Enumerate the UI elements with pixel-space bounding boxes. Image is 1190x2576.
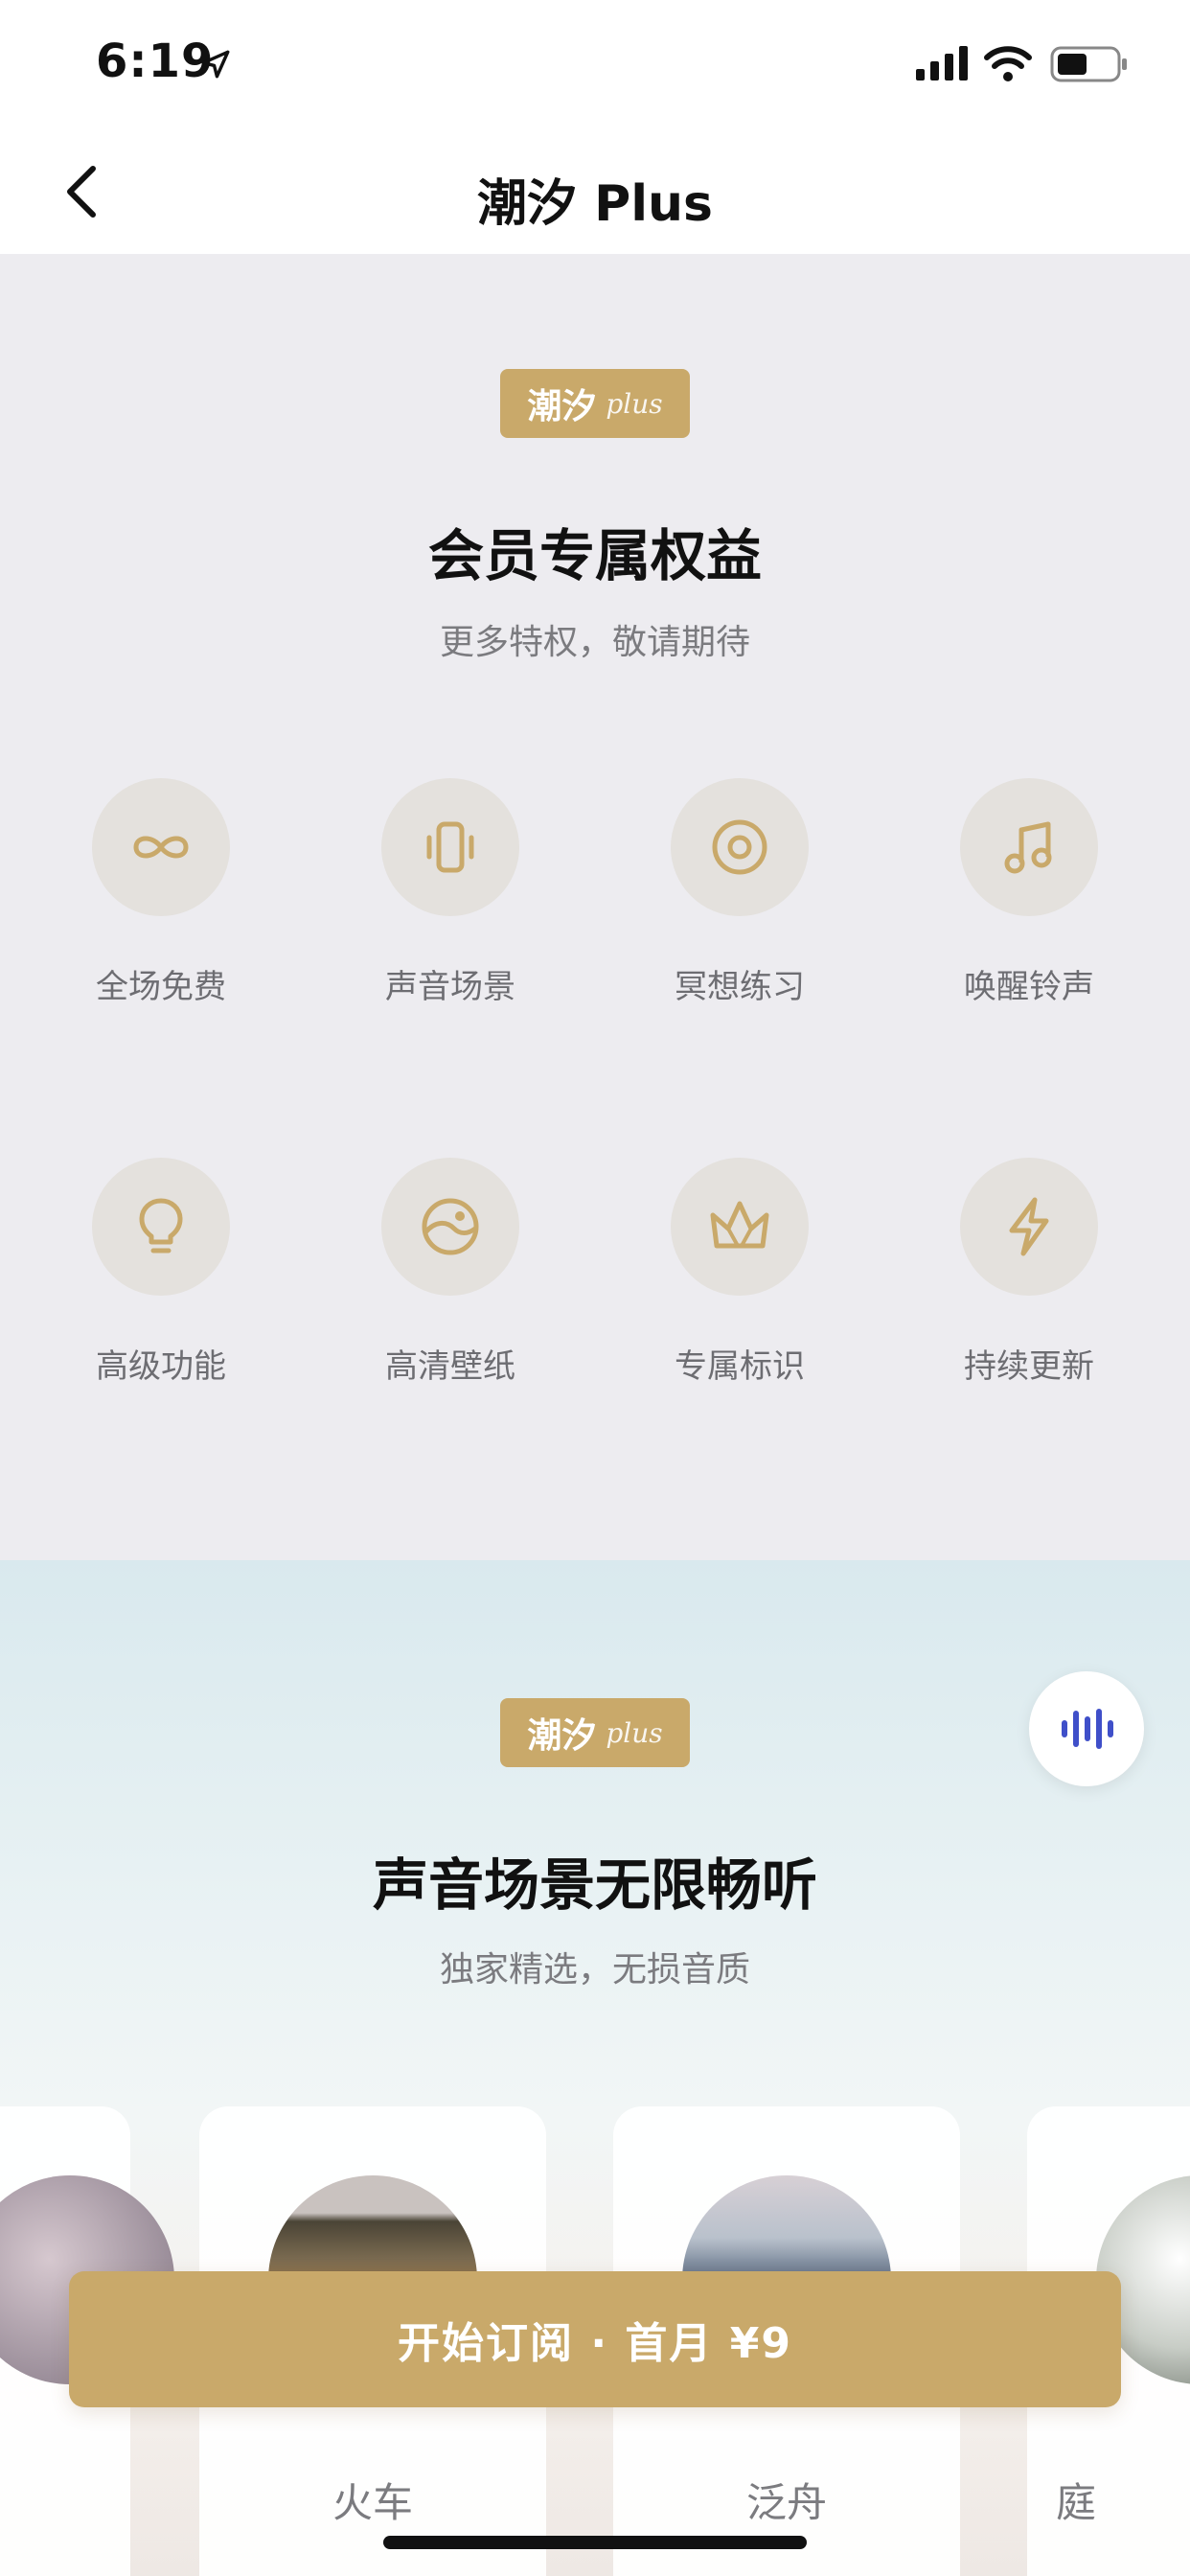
landscape-icon — [422, 1198, 479, 1255]
lightning-icon — [1009, 1197, 1049, 1256]
scene-label: 庭 — [1056, 2479, 1097, 2526]
crown-icon — [710, 1201, 769, 1249]
benefit-sound-scene[interactable]: 声音场景 — [355, 778, 546, 1027]
badge-text: 潮汐 — [527, 387, 597, 426]
benefit-exclusive-badge[interactable]: 专属标识 — [644, 1158, 835, 1407]
scene-label: 泛舟 — [745, 2479, 827, 2526]
location-arrow-icon — [201, 50, 230, 79]
plus-badge: 潮汐 plus — [500, 369, 690, 438]
benefit-icon-circle — [92, 778, 230, 916]
lightbulb-icon — [139, 1198, 183, 1254]
status-time: 6:19 — [96, 34, 215, 88]
benefit-icon-circle — [671, 778, 809, 916]
home-indicator — [383, 2536, 807, 2549]
badge-text: 潮汐 — [527, 1716, 597, 1756]
benefit-label: 冥想练习 — [675, 968, 805, 1006]
member-benefits-section: 潮汐 plus 会员专属权益 更多特权，敬请期待 全场免费 声音场景 冥想练习 … — [0, 254, 1190, 1560]
battery-icon — [1050, 46, 1127, 82]
benefit-wake-ringtone[interactable]: 唤醒铃声 — [933, 778, 1125, 1027]
badge-script: plus — [606, 387, 663, 420]
benefit-label: 唤醒铃声 — [964, 968, 1094, 1006]
benefit-hd-wallpaper[interactable]: 高清壁纸 — [355, 1158, 546, 1407]
infinity-icon — [133, 836, 189, 859]
benefit-icon-circle — [671, 1158, 809, 1296]
benefit-label: 声音场景 — [385, 968, 515, 1006]
benefit-meditation[interactable]: 冥想练习 — [644, 778, 835, 1027]
benefit-icon-circle — [381, 778, 519, 916]
vibrate-phone-icon — [426, 821, 474, 873]
benefit-label: 持续更新 — [964, 1347, 1094, 1386]
sound-scenes-section: 潮汐 plus 声音场景无限畅听 独家精选，无损音质 火车 泛舟 庭 — [0, 1560, 1190, 2576]
benefit-label: 高级功能 — [96, 1347, 226, 1386]
wifi-icon — [984, 46, 1032, 81]
scenes-title: 声音场景无限畅听 — [372, 1852, 817, 1918]
benefits-title: 会员专属权益 — [427, 523, 762, 588]
scenes-subtitle: 独家精选，无损音质 — [439, 1950, 750, 1990]
plus-badge: 潮汐 plus — [500, 1698, 690, 1767]
benefit-icon-circle — [960, 778, 1098, 916]
navigation-bar: 潮汐 Plus — [0, 125, 1190, 254]
benefit-continuous-updates[interactable]: 持续更新 — [933, 1158, 1125, 1407]
cellular-signal-icon — [916, 46, 968, 80]
page-title: 潮汐 Plus — [476, 175, 713, 233]
status-bar: 6:19 — [0, 0, 1190, 125]
benefit-label: 高清壁纸 — [385, 1347, 515, 1386]
sound-wave-icon — [1062, 1709, 1113, 1749]
benefit-icon-circle — [960, 1158, 1098, 1296]
benefit-icon-circle — [381, 1158, 519, 1296]
benefit-advanced-features[interactable]: 高级功能 — [65, 1158, 257, 1407]
benefits-subtitle: 更多特权，敬请期待 — [439, 623, 750, 662]
target-circle-icon — [712, 819, 767, 875]
benefit-icon-circle — [92, 1158, 230, 1296]
scene-label: 火车 — [332, 2479, 413, 2526]
subscribe-button[interactable]: 开始订阅 · 首月 ¥9 — [69, 2271, 1121, 2407]
benefit-label: 全场免费 — [96, 968, 226, 1006]
music-note-icon — [1004, 821, 1052, 874]
benefit-all-free[interactable]: 全场免费 — [65, 778, 257, 1027]
benefit-label: 专属标识 — [675, 1347, 805, 1386]
badge-script: plus — [606, 1716, 663, 1749]
audio-player-button[interactable] — [1029, 1671, 1144, 1786]
